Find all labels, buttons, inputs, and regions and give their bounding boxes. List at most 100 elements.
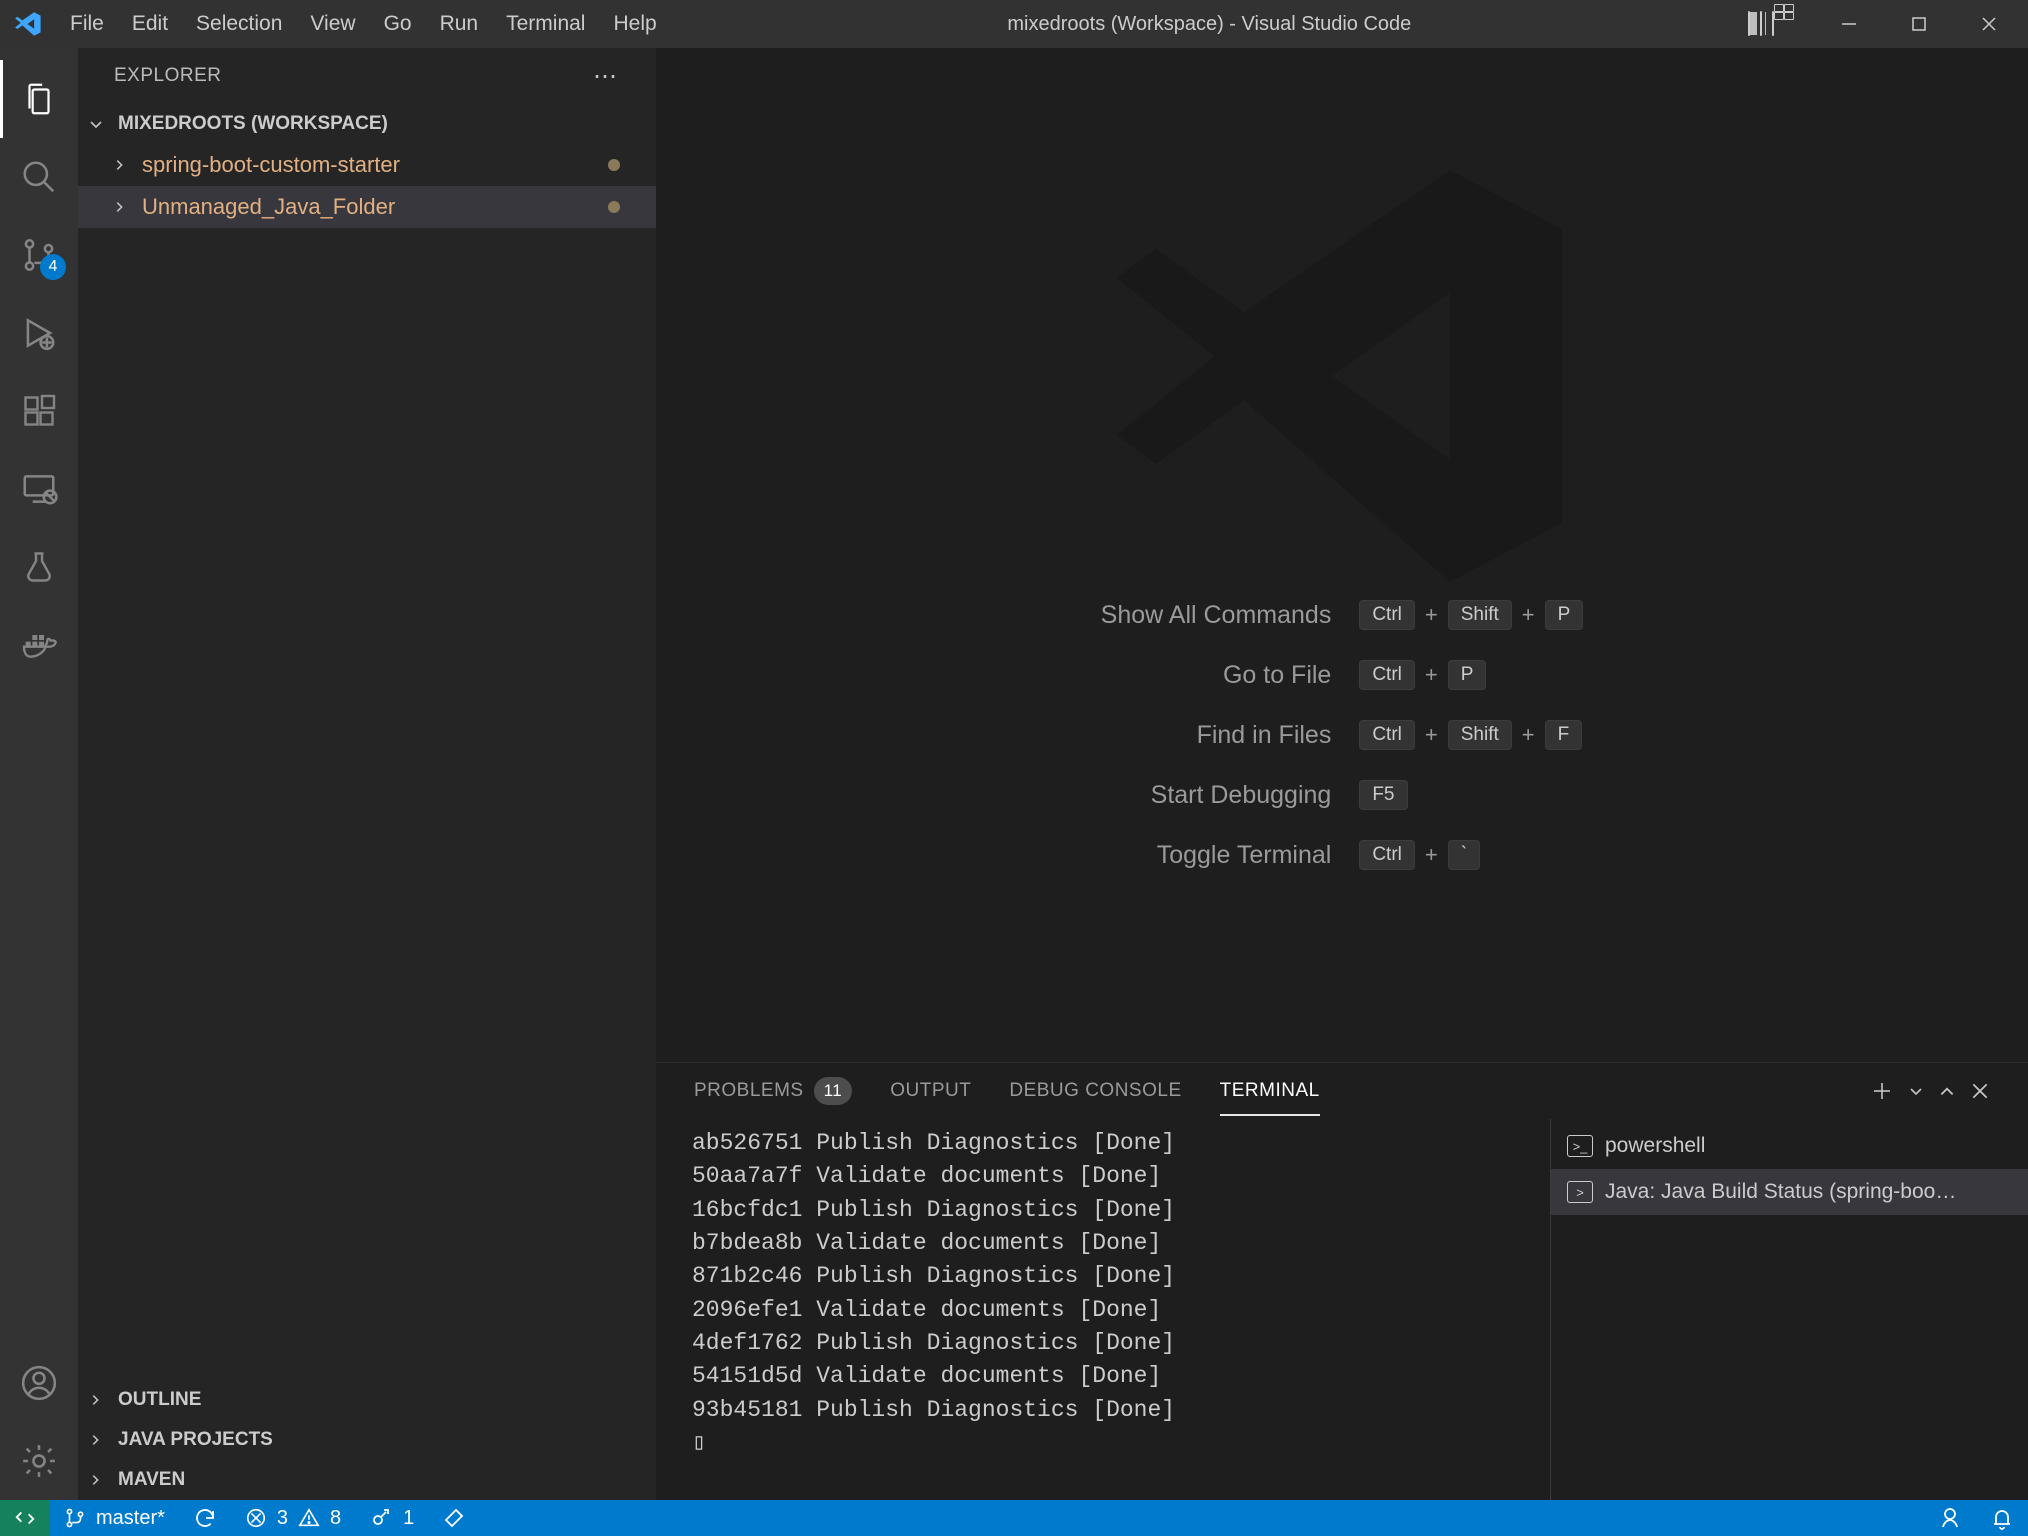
menu-terminal[interactable]: Terminal	[492, 4, 599, 44]
terminal-icon: >	[1567, 1181, 1593, 1203]
section-label: JAVA PROJECTS	[118, 1429, 273, 1451]
window-minimize-button[interactable]	[1814, 0, 1884, 48]
keyboard-key: Shift	[1448, 720, 1512, 750]
menu-help[interactable]: Help	[599, 4, 670, 44]
status-feedback[interactable]	[1924, 1500, 1976, 1536]
status-bar: master* 3 8 1	[0, 1500, 2028, 1536]
menu-edit[interactable]: Edit	[118, 4, 182, 44]
activity-source-control[interactable]: 4	[0, 216, 78, 294]
status-sync[interactable]	[179, 1500, 231, 1536]
section-label: OUTLINE	[118, 1389, 201, 1411]
menu-view[interactable]: View	[296, 4, 369, 44]
tree-folder[interactable]: spring-boot-custom-starter	[78, 144, 656, 186]
error-count: 3	[277, 1507, 288, 1530]
plus-separator: +	[1425, 722, 1438, 748]
shortcut-label: Go to File	[1101, 661, 1332, 690]
section-label: MAVEN	[118, 1469, 185, 1491]
modified-dot-icon	[608, 201, 620, 213]
plus-separator: +	[1425, 662, 1438, 688]
shortcut-keys: Ctrl + Shift + F	[1359, 720, 1583, 750]
scm-badge: 4	[40, 254, 66, 280]
close-panel-icon[interactable]	[1970, 1081, 1990, 1101]
activity-bar: 4	[0, 48, 78, 1500]
maven-section[interactable]: MAVEN	[78, 1460, 656, 1500]
problems-count: 11	[814, 1077, 853, 1105]
terminal-item-powershell[interactable]: >_ powershell	[1551, 1123, 2028, 1169]
keyboard-key: F5	[1359, 780, 1407, 810]
sidebar: EXPLORER ⋯ MIXEDROOTS (WORKSPACE) spring…	[78, 48, 656, 1500]
chevron-right-icon	[112, 200, 132, 214]
menu-bar: File Edit Selection View Go Run Terminal…	[56, 4, 671, 44]
sidebar-more-icon[interactable]: ⋯	[593, 62, 620, 91]
tab-problems[interactable]: PROBLEMS 11	[694, 1077, 852, 1105]
toggle-panel-icon[interactable]	[1760, 12, 1762, 36]
menu-file[interactable]: File	[56, 4, 118, 44]
keyboard-key: Ctrl	[1359, 720, 1415, 750]
menu-selection[interactable]: Selection	[182, 4, 296, 44]
window-maximize-button[interactable]	[1884, 0, 1954, 48]
warning-count: 8	[330, 1507, 341, 1530]
bottom-panel: PROBLEMS 11 OUTPUT DEBUG CONSOLE TERMINA…	[656, 1062, 2028, 1500]
titlebar: File Edit Selection View Go Run Terminal…	[0, 0, 2028, 48]
chevron-right-icon	[88, 1433, 110, 1447]
keyboard-key: P	[1448, 660, 1487, 690]
menu-go[interactable]: Go	[370, 4, 426, 44]
tab-terminal[interactable]: TERMINAL	[1220, 1080, 1320, 1102]
status-remote[interactable]	[0, 1500, 50, 1536]
chevron-right-icon	[112, 158, 132, 172]
keyboard-key: Ctrl	[1359, 660, 1415, 690]
toggle-primary-sidebar-icon[interactable]	[1748, 12, 1750, 36]
status-live-share[interactable]	[428, 1500, 480, 1536]
shortcut-label: Start Debugging	[1101, 781, 1332, 810]
shortcut-keys: Ctrl + P	[1359, 660, 1583, 690]
welcome-shortcuts: Show All CommandsCtrl+Shift+PGo to FileC…	[1101, 600, 1584, 870]
shortcut-label: Find in Files	[1101, 721, 1332, 750]
menu-run[interactable]: Run	[426, 4, 493, 44]
java-projects-section[interactable]: JAVA PROJECTS	[78, 1420, 656, 1460]
activity-explorer[interactable]	[0, 60, 78, 138]
activity-testing[interactable]	[0, 528, 78, 606]
activity-run-debug[interactable]	[0, 294, 78, 372]
new-terminal-icon[interactable]	[1870, 1079, 1894, 1103]
folder-label: Unmanaged_Java_Folder	[142, 194, 395, 220]
terminal-dropdown-icon[interactable]	[1908, 1083, 1924, 1099]
terminal-icon: >_	[1567, 1135, 1593, 1157]
sidebar-title: EXPLORER	[114, 65, 221, 87]
window-close-button[interactable]	[1954, 0, 2024, 48]
tab-debug-console[interactable]: DEBUG CONSOLE	[1009, 1080, 1181, 1102]
file-tree: spring-boot-custom-starter Unmanaged_Jav…	[78, 144, 656, 1380]
plus-separator: +	[1522, 722, 1535, 748]
shortcut-keys: F5	[1359, 780, 1583, 810]
keyboard-key: `	[1448, 840, 1480, 870]
chevron-down-icon	[88, 116, 110, 132]
activity-docker[interactable]	[0, 606, 78, 684]
activity-remote-explorer[interactable]	[0, 450, 78, 528]
status-ports[interactable]: 1	[355, 1500, 428, 1536]
activity-extensions[interactable]	[0, 372, 78, 450]
window-title: mixedroots (Workspace) - Visual Studio C…	[671, 13, 1748, 36]
tree-folder[interactable]: Unmanaged_Java_Folder	[78, 186, 656, 228]
layout-controls	[1748, 12, 1784, 36]
chevron-right-icon	[88, 1473, 110, 1487]
terminal-output[interactable]: ab526751 Publish Diagnostics [Done] 50aa…	[656, 1119, 1550, 1500]
activity-search[interactable]	[0, 138, 78, 216]
status-problems[interactable]: 3 8	[231, 1500, 355, 1536]
outline-section[interactable]: OUTLINE	[78, 1380, 656, 1420]
keyboard-key: F	[1545, 720, 1583, 750]
tab-output[interactable]: OUTPUT	[890, 1080, 971, 1102]
editor-area: Show All CommandsCtrl+Shift+PGo to FileC…	[656, 48, 2028, 1500]
workspace-section[interactable]: MIXEDROOTS (WORKSPACE)	[78, 104, 656, 144]
modified-dot-icon	[608, 159, 620, 171]
ports-count: 1	[403, 1507, 414, 1530]
shortcut-label: Toggle Terminal	[1101, 841, 1332, 870]
activity-accounts[interactable]	[0, 1344, 78, 1422]
workspace-name: MIXEDROOTS (WORKSPACE)	[118, 113, 388, 135]
maximize-panel-icon[interactable]	[1938, 1082, 1956, 1100]
activity-settings[interactable]	[0, 1422, 78, 1500]
shortcut-keys: Ctrl+`	[1359, 840, 1583, 870]
status-notifications[interactable]	[1976, 1500, 2028, 1536]
terminal-item-java-build[interactable]: > Java: Java Build Status (spring-boo…	[1551, 1169, 2028, 1215]
vscode-watermark-icon	[1097, 131, 1587, 621]
terminal-label: Java: Java Build Status (spring-boo…	[1605, 1180, 1956, 1204]
status-branch[interactable]: master*	[50, 1500, 179, 1536]
